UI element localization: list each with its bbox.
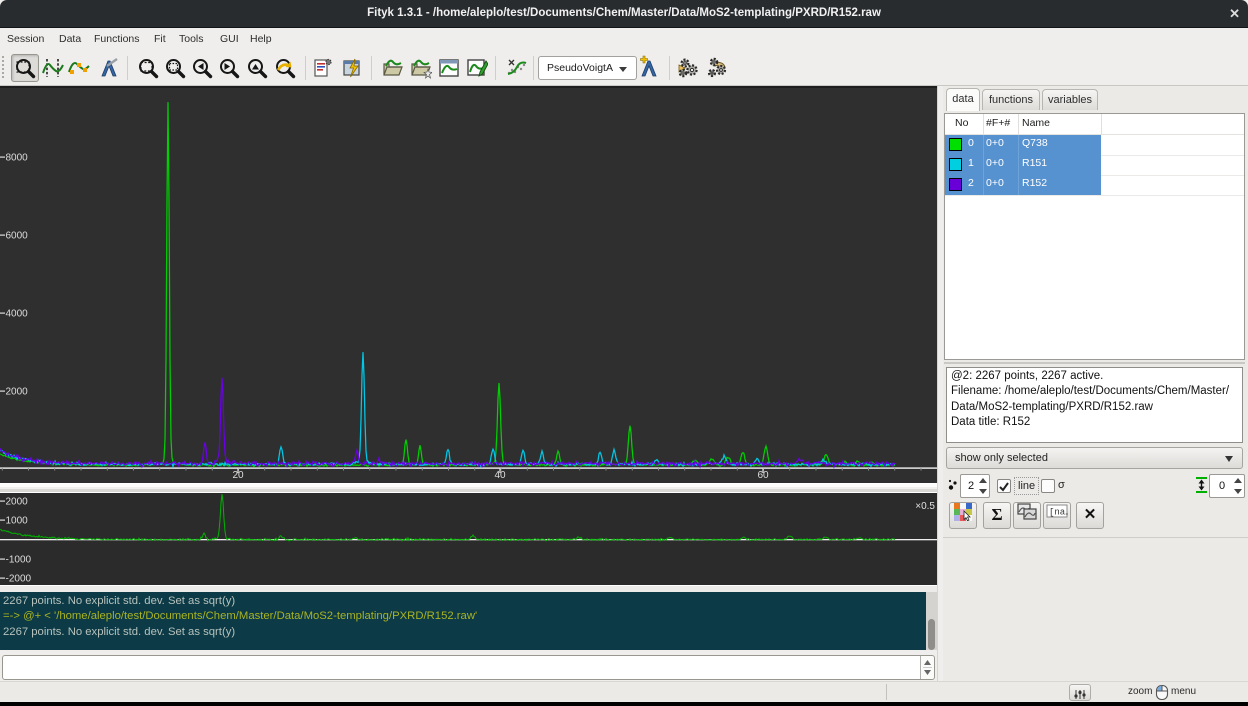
- svg-text:-2000: -2000: [6, 574, 32, 585]
- svg-text:20: 20: [232, 470, 244, 481]
- svg-text:-1000: -1000: [6, 555, 32, 566]
- svg-text:6000: 6000: [6, 231, 29, 242]
- svg-text:2000: 2000: [6, 497, 29, 508]
- svg-text:4000: 4000: [6, 309, 29, 320]
- svg-text:60: 60: [757, 470, 769, 481]
- svg-text:1000: 1000: [6, 516, 29, 527]
- svg-text:×0.5: ×0.5: [915, 501, 935, 512]
- svg-text:40: 40: [494, 470, 506, 481]
- svg-text:2000: 2000: [6, 387, 29, 398]
- svg-text:8000: 8000: [6, 153, 29, 164]
- svg-text:[na…: [na…: [1049, 508, 1068, 518]
